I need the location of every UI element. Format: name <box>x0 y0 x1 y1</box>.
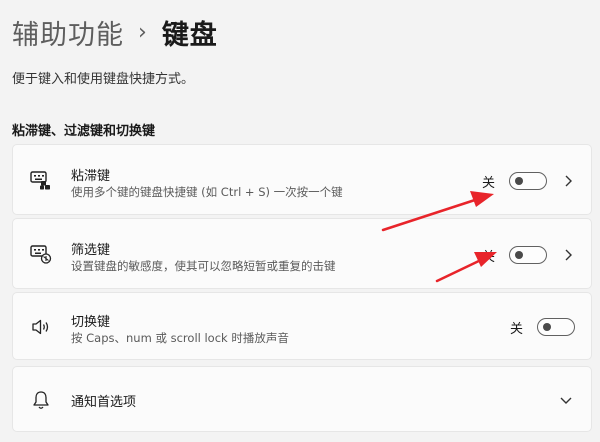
toggle-knob <box>515 177 523 185</box>
toggle-keys-toggle[interactable] <box>537 318 575 336</box>
filter-keys-subtitle: 设置键盘的敏感度，使其可以忽略短暂或重复的击键 <box>71 259 336 273</box>
breadcrumb-separator: › <box>138 19 148 45</box>
chevron-right-icon[interactable] <box>561 248 575 262</box>
bell-icon <box>29 388 53 412</box>
breadcrumb-parent-accessibility[interactable]: 辅助功能 <box>12 13 124 52</box>
filter-keys-toggle[interactable] <box>509 246 547 264</box>
breadcrumb: 辅助功能 › 键盘 <box>12 10 218 54</box>
filter-keys-icon <box>29 242 53 266</box>
filter-keys-title: 筛选键 <box>71 243 111 258</box>
setting-card-notification-preferences[interactable]: 通知首选项 <box>12 366 592 432</box>
sticky-keys-title: 粘滞键 <box>71 169 111 184</box>
page-description: 便于键入和使用键盘快捷方式。 <box>12 72 195 87</box>
filter-keys-state-label: 关 <box>482 250 496 265</box>
toggle-keys-speaker-icon <box>29 315 53 339</box>
page-title: 键盘 <box>161 19 218 51</box>
setting-card-sticky-keys[interactable]: 粘滞键 使用多个键的键盘快捷键 (如 Ctrl + S) 一次按一个键 关 <box>12 144 592 215</box>
sticky-keys-toggle[interactable] <box>509 172 547 190</box>
chevron-down-icon[interactable] <box>559 393 573 407</box>
toggle-knob <box>543 323 551 331</box>
sticky-keys-icon <box>29 168 53 192</box>
sticky-keys-state-label: 关 <box>482 176 496 191</box>
sticky-keys-subtitle: 使用多个键的键盘快捷键 (如 Ctrl + S) 一次按一个键 <box>71 185 343 199</box>
toggle-keys-subtitle: 按 Caps、num 或 scroll lock 时播放声音 <box>71 331 289 345</box>
keyboard-settings-page: 辅助功能 › 键盘 便于键入和使用键盘快捷方式。 粘滞键、过滤键和切换键 粘滞键… <box>0 0 600 442</box>
toggle-keys-title: 切换键 <box>71 315 111 330</box>
chevron-right-icon[interactable] <box>561 174 575 188</box>
section-title: 粘滞键、过滤键和切换键 <box>12 124 156 139</box>
setting-card-toggle-keys[interactable]: 切换键 按 Caps、num 或 scroll lock 时播放声音 关 <box>12 292 592 360</box>
notification-preferences-title: 通知首选项 <box>71 395 137 410</box>
setting-card-filter-keys[interactable]: 筛选键 设置键盘的敏感度，使其可以忽略短暂或重复的击键 关 <box>12 218 592 289</box>
toggle-keys-state-label: 关 <box>510 322 524 337</box>
toggle-knob <box>515 251 523 259</box>
